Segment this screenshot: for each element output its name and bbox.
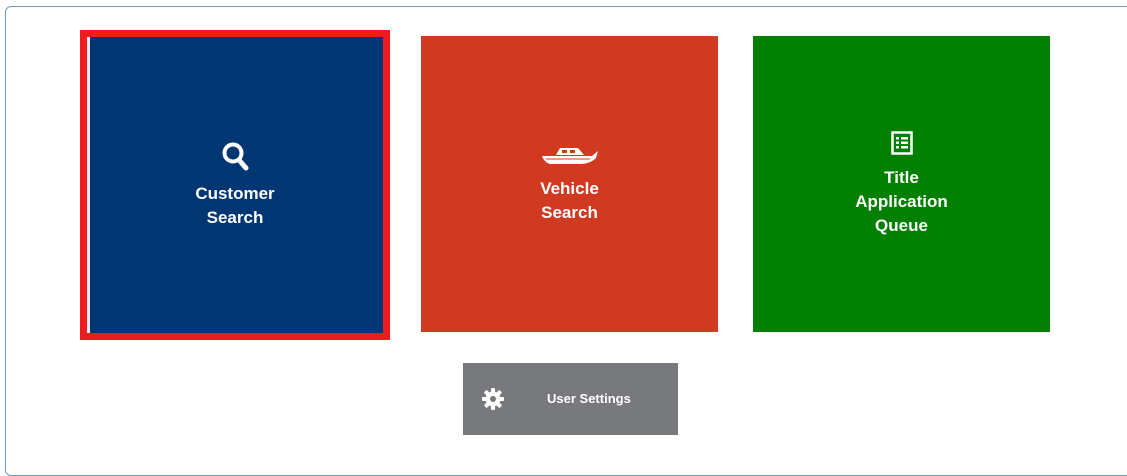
vehicle-search-label: Vehicle Search: [540, 178, 599, 222]
user-settings-label: User Settings: [547, 391, 631, 406]
boat-icon: [540, 144, 600, 173]
list-document-icon: [890, 130, 913, 162]
user-settings-button[interactable]: User Settings: [463, 363, 678, 435]
gear-icon: [481, 387, 505, 416]
search-icon: [221, 141, 249, 178]
vehicle-search-tile[interactable]: Vehicle Search: [421, 36, 718, 332]
tile-inner-edge: [87, 37, 90, 333]
title-application-queue-tile[interactable]: Title Application Queue: [753, 36, 1050, 332]
title-application-queue-label: Title Application Queue: [855, 167, 948, 235]
customer-search-label: Customer Search: [195, 183, 275, 227]
customer-search-tile[interactable]: Customer Search: [80, 30, 390, 340]
